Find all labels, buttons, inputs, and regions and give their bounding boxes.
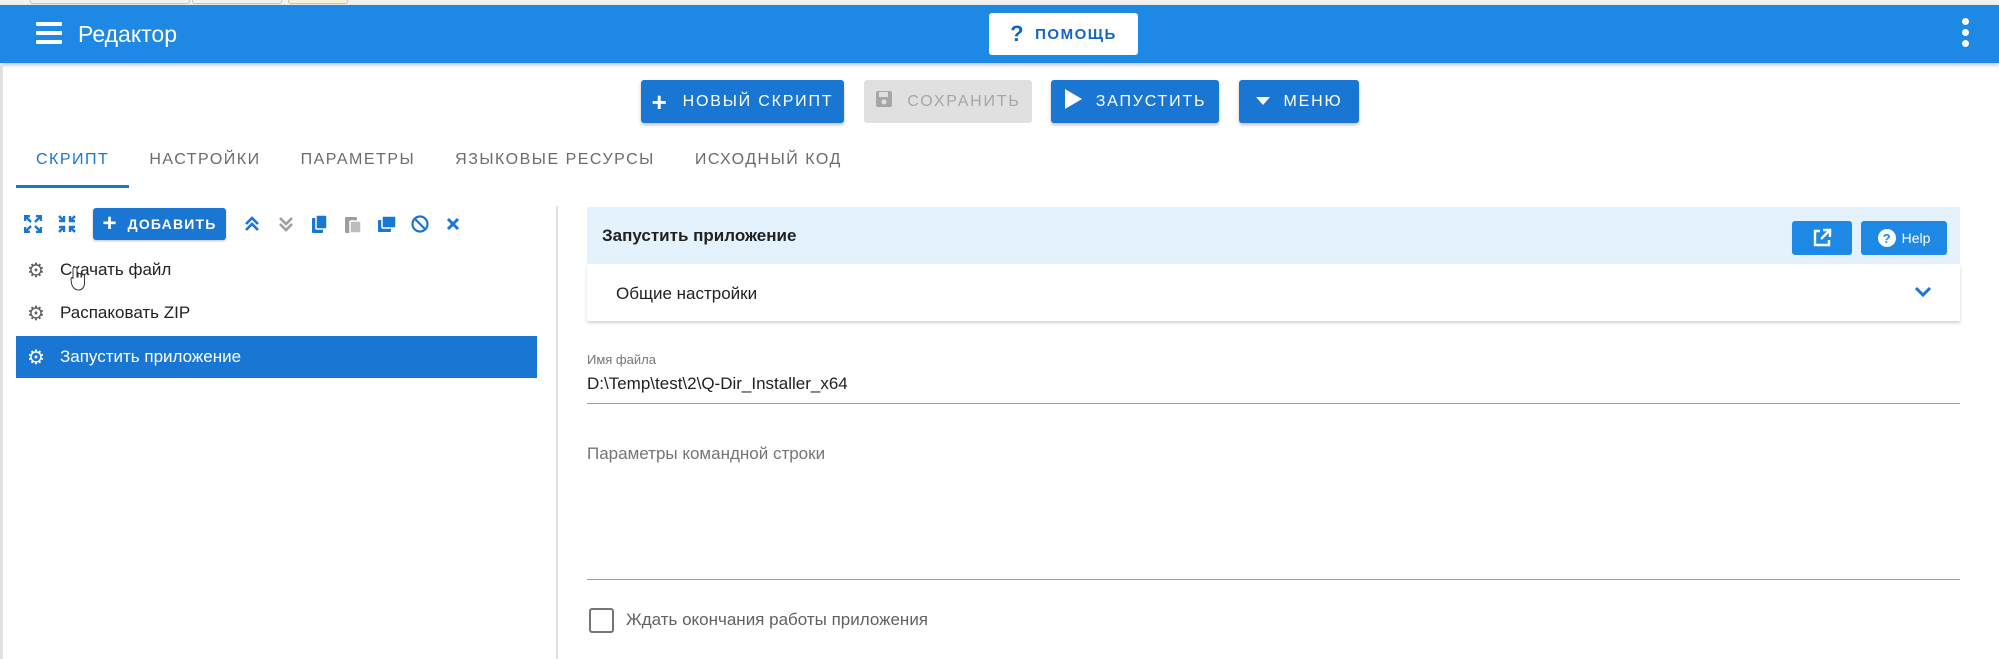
step-item-run-app[interactable]: ⚙ Запустить приложение [16,336,537,378]
collapse-all-icon[interactable] [55,212,79,236]
browser-tab[interactable] [288,0,348,4]
chevron-down-icon [1914,278,1932,304]
add-step-label: ДОБАВИТЬ [127,216,217,232]
mouse-cursor-icon [70,266,85,291]
copy-icon[interactable] [308,212,332,236]
question-circle-icon: ? [1877,229,1896,247]
save-label: СОХРАНИТЬ [907,92,1021,110]
expand-all-icon[interactable] [21,212,45,236]
tab-source-code[interactable]: ИСХОДНЫЙ КОД [675,140,862,188]
general-settings-expander[interactable]: Общие настройки [587,264,1960,321]
step-item-unzip[interactable]: ⚙ Распаковать ZIP [16,292,537,334]
gear-icon: ⚙ [27,346,45,369]
step-label: Запустить приложение [60,347,242,366]
file-name-field[interactable]: D:\Temp\test\2\Q-Dir_Installer_x64 [587,374,1960,404]
help-button-label: ПОМОЩЬ [1035,25,1117,43]
add-step-button[interactable]: + ДОБАВИТЬ [93,208,226,240]
app-title: Редактор [78,21,178,47]
move-up-icon[interactable] [240,212,264,236]
menu-button[interactable]: МЕНЮ [1239,80,1359,123]
paste-icon[interactable] [341,212,365,236]
wait-for-exit-checkbox[interactable] [589,608,614,633]
step-help-label: Help [1901,230,1931,246]
page-left-border [0,63,3,659]
save-button[interactable]: СОХРАНИТЬ [864,80,1032,123]
external-link-icon [1813,228,1832,247]
step-detail-header: Запустить приложение ? Help [587,207,1960,264]
question-icon: ? [1010,21,1026,46]
more-vert-icon[interactable] [1960,18,1970,50]
menu-label: МЕНЮ [1283,92,1343,110]
tab-language-resources[interactable]: ЯЗЫКОВЫЕ РЕСУРСЫ [435,140,675,188]
plus-icon: + [651,86,669,117]
disable-icon[interactable] [408,212,432,236]
panel-divider[interactable] [556,206,558,659]
move-down-icon[interactable] [274,212,298,236]
wait-for-exit-label[interactable]: Ждать окончания работы приложения [626,610,928,630]
browser-tab[interactable] [30,0,190,4]
play-icon [1064,89,1082,114]
app-bar: Редактор ? ПОМОЩЬ [0,5,1999,63]
tab-parameters[interactable]: ПАРАМЕТРЫ [281,140,436,188]
tab-script[interactable]: СКРИПТ [16,140,130,188]
tab-settings[interactable]: НАСТРОЙКИ [129,140,280,188]
caret-down-icon [1255,93,1270,111]
step-label: Распаковать ZIP [60,303,191,322]
new-script-button[interactable]: + НОВЫЙ СКРИПТ [641,80,844,123]
save-icon [875,90,893,113]
help-button[interactable]: ? ПОМОЩЬ [989,13,1138,55]
run-button[interactable]: ЗАПУСТИТЬ [1051,80,1219,123]
gear-icon: ⚙ [27,259,45,282]
plus-icon: + [102,210,118,237]
hamburger-menu-icon[interactable] [36,22,62,46]
duplicate-icon[interactable] [375,212,399,236]
file-name-label: Имя файла [587,352,656,367]
browser-tab[interactable] [192,0,282,4]
open-external-button[interactable] [1792,221,1852,255]
run-label: ЗАПУСТИТЬ [1095,92,1207,110]
general-settings-label: Общие настройки [616,284,758,303]
delete-icon[interactable] [441,212,465,236]
gear-icon: ⚙ [27,302,45,325]
step-help-button[interactable]: ? Help [1861,221,1947,255]
editor-tabs: СКРИПТ НАСТРОЙКИ ПАРАМЕТРЫ ЯЗЫКОВЫЕ РЕСУ… [16,140,862,188]
command-line-params-placeholder: Параметры командной строки [587,444,826,463]
step-item-download[interactable]: ⚙ Скачать файл [16,249,537,291]
step-detail-title: Запустить приложение [602,226,797,245]
new-script-label: НОВЫЙ СКРИПТ [682,92,834,110]
